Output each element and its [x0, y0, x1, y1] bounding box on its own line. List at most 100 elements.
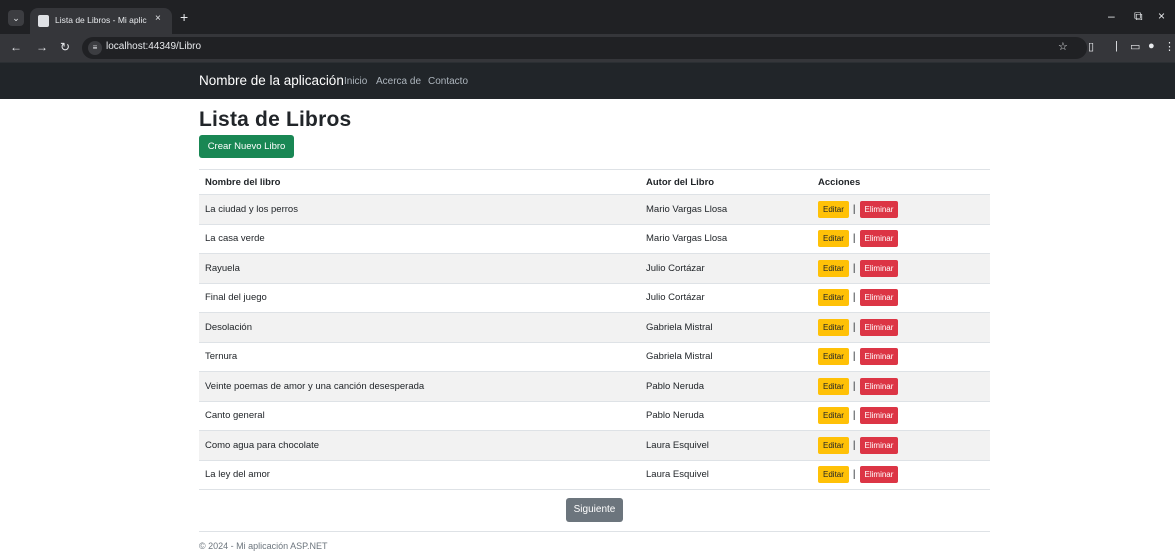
- edit-button[interactable]: Editar: [818, 407, 849, 425]
- tab-title: Lista de Libros - Mi aplicación /: [55, 15, 147, 25]
- delete-button[interactable]: Eliminar: [859, 377, 899, 395]
- actions-cell: Editar | Eliminar: [812, 430, 990, 461]
- header-acciones: Acciones: [812, 169, 990, 195]
- table-row: Final del juego Julio Cortázar Editar | Elim…: [199, 283, 990, 313]
- book-author-cell: Gabriela Mistral: [640, 312, 812, 343]
- delete-button[interactable]: Eliminar: [859, 318, 899, 336]
- nav-link-contacto[interactable]: Contacto: [428, 76, 468, 87]
- app-brand-link[interactable]: Nombre de la aplicación: [199, 73, 344, 88]
- delete-button[interactable]: Eliminar: [859, 259, 899, 277]
- table-row: Desolación Gabriela Mistral Editar | Elimina…: [199, 312, 990, 343]
- table-row: Como agua para chocolate Laura Esquivel Ed…: [199, 430, 990, 461]
- action-separator: |: [852, 233, 856, 245]
- action-separator: |: [852, 203, 856, 215]
- table-row: Canto general Pablo Neruda Editar | Eliminar: [199, 401, 990, 431]
- delete-button[interactable]: Eliminar: [859, 289, 899, 307]
- browser-tab[interactable]: Lista de Libros - Mi aplicación / ×: [30, 8, 172, 34]
- actions-cell: Editar | Eliminar: [812, 312, 990, 343]
- edit-button[interactable]: Editar: [818, 348, 849, 366]
- book-name-cell: Veinte poemas de amor y una canción dese…: [199, 371, 640, 402]
- create-book-button[interactable]: Crear Nuevo Libro: [199, 135, 294, 158]
- book-name-cell: Ternura: [199, 342, 640, 372]
- action-separator: |: [852, 292, 856, 304]
- back-arrow-icon[interactable]: ←: [10, 40, 22, 54]
- edit-button[interactable]: Editar: [818, 289, 849, 307]
- action-separator: |: [852, 410, 856, 422]
- page-title: Lista de Libros: [199, 108, 352, 131]
- table-row: Rayuela Julio Cortázar Editar | Eliminar: [199, 253, 990, 284]
- nav-link-acerca-de[interactable]: Acerca de: [376, 76, 421, 87]
- forward-arrow-icon[interactable]: →: [36, 40, 48, 54]
- action-separator: |: [852, 262, 856, 274]
- next-page-button[interactable]: Siguiente: [566, 498, 623, 522]
- actions-cell: Editar | Eliminar: [812, 224, 990, 254]
- actions-cell: Editar | Eliminar: [812, 253, 990, 284]
- site-info-icon[interactable]: ≡: [88, 41, 102, 55]
- book-author-cell: Gabriela Mistral: [640, 342, 812, 372]
- delete-button[interactable]: Eliminar: [859, 348, 899, 366]
- actions-cell: Editar | Eliminar: [812, 342, 990, 372]
- footer-text: © 2024 - Mi aplicación ASP.NET: [199, 541, 328, 551]
- table-row: La casa verde Mario Vargas Llosa Editar | El…: [199, 224, 990, 254]
- edit-button[interactable]: Editar: [818, 466, 849, 484]
- table-row: La ciudad y los perros Mario Vargas Llosa…: [199, 194, 990, 225]
- nav-link-inicio[interactable]: Inicio: [344, 76, 367, 87]
- browser-toolbar: ← → ↻ ≡ localhost:44349/Libro ☆ ▯ | ▭ ● …: [0, 34, 1175, 62]
- profile-icon[interactable]: ●: [1148, 40, 1155, 52]
- actions-cell: Editar | Eliminar: [812, 460, 990, 490]
- edit-button[interactable]: Editar: [818, 200, 849, 218]
- book-author-cell: Pablo Neruda: [640, 401, 812, 431]
- action-separator: |: [852, 380, 856, 392]
- address-bar[interactable]: ≡ localhost:44349/Libro: [82, 37, 1087, 59]
- book-author-cell: Pablo Neruda: [640, 371, 812, 402]
- tab-groups-icon[interactable]: ▭: [1130, 40, 1140, 53]
- delete-button[interactable]: Eliminar: [859, 230, 899, 248]
- more-menu-icon[interactable]: ⋮: [1164, 40, 1175, 53]
- edit-button[interactable]: Editar: [818, 259, 849, 277]
- minimize-icon[interactable]: –: [1108, 9, 1115, 23]
- books-table-body: La ciudad y los perros Mario Vargas Llosa…: [199, 194, 990, 490]
- action-separator: |: [852, 469, 856, 481]
- window-close-icon[interactable]: ×: [1158, 9, 1165, 23]
- edit-button[interactable]: Editar: [818, 230, 849, 248]
- tab-close-icon[interactable]: ×: [155, 13, 161, 24]
- new-tab-plus-icon[interactable]: +: [180, 9, 188, 25]
- actions-cell: Editar | Eliminar: [812, 283, 990, 313]
- book-name-cell: Como agua para chocolate: [199, 430, 640, 461]
- actions-cell: Editar | Eliminar: [812, 401, 990, 431]
- action-separator: |: [852, 439, 856, 451]
- tab-search-chevron-down-icon[interactable]: ⌄: [8, 10, 24, 26]
- actions-cell: Editar | Eliminar: [812, 194, 990, 225]
- url-text[interactable]: localhost:44349/Libro: [106, 41, 201, 52]
- books-table: Nombre del libro Autor del Libro Accione…: [199, 169, 990, 490]
- delete-button[interactable]: Eliminar: [859, 466, 899, 484]
- table-row: Ternura Gabriela Mistral Editar | Eliminar: [199, 342, 990, 372]
- book-author-cell: Julio Cortázar: [640, 253, 812, 284]
- reload-icon[interactable]: ↻: [60, 40, 70, 54]
- edit-button[interactable]: Editar: [818, 318, 849, 336]
- header-nombre: Nombre del libro: [199, 169, 640, 195]
- delete-button[interactable]: Eliminar: [859, 436, 899, 454]
- table-row: La ley del amor Laura Esquivel Editar | Elim…: [199, 460, 990, 490]
- extensions-icon[interactable]: ▯: [1088, 40, 1094, 53]
- footer-divider: [199, 531, 990, 532]
- restore-icon[interactable]: ⧉: [1134, 9, 1143, 24]
- toolbar-divider-icon: |: [1115, 40, 1118, 52]
- book-name-cell: La ciudad y los perros: [199, 194, 640, 225]
- page-favicon-icon: [38, 15, 49, 27]
- delete-button[interactable]: Eliminar: [859, 407, 899, 425]
- book-name-cell: La ley del amor: [199, 460, 640, 490]
- book-name-cell: Desolación: [199, 312, 640, 343]
- delete-button[interactable]: Eliminar: [859, 200, 899, 218]
- book-author-cell: Laura Esquivel: [640, 430, 812, 461]
- actions-cell: Editar | Eliminar: [812, 371, 990, 402]
- edit-button[interactable]: Editar: [818, 436, 849, 454]
- edit-button[interactable]: Editar: [818, 377, 849, 395]
- book-author-cell: Mario Vargas Llosa: [640, 194, 812, 225]
- book-author-cell: Laura Esquivel: [640, 460, 812, 490]
- bookmark-star-icon[interactable]: ☆: [1058, 40, 1068, 53]
- book-author-cell: Mario Vargas Llosa: [640, 224, 812, 254]
- table-header-row: Nombre del libro Autor del Libro Accione…: [199, 169, 990, 195]
- book-name-cell: Rayuela: [199, 253, 640, 284]
- table-row: Veinte poemas de amor y una canción dese…: [199, 371, 990, 402]
